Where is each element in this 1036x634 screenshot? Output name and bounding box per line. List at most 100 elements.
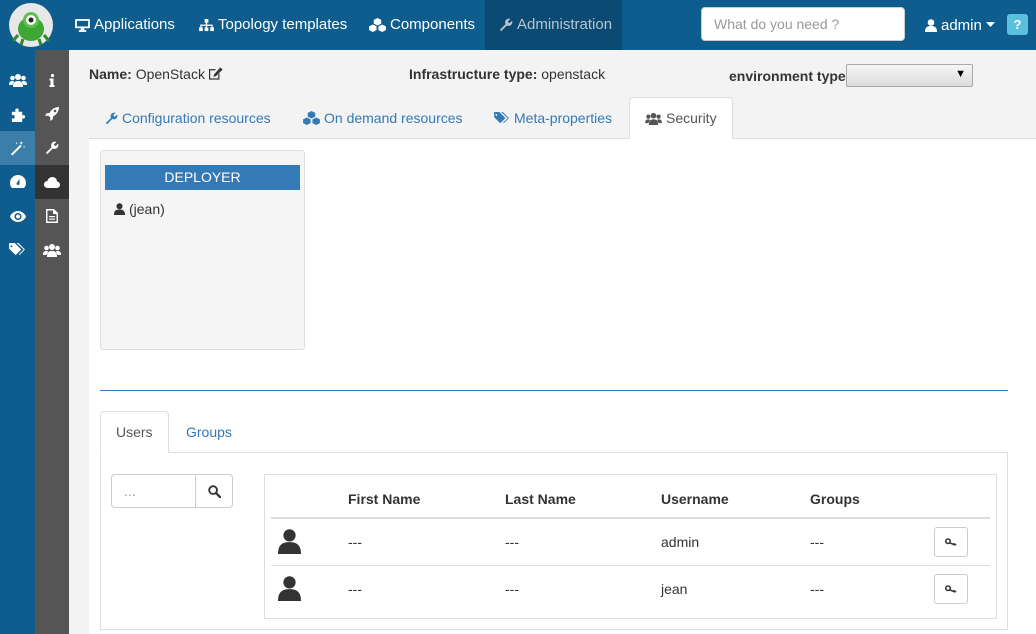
nav-components-label: Components [390,16,476,33]
section-divider [100,390,1008,391]
tab-configuration-label: Configuration resources [122,110,271,126]
environment-type-label-wrap: environment type: [729,68,850,84]
global-search-input[interactable] [701,7,905,41]
sidebar-info-button[interactable] [35,63,69,97]
table-row-divider [271,565,990,566]
cubes-icon [369,18,386,32]
infra-value: openstack [541,66,606,82]
cell-username: admin [661,534,700,550]
environment-type-select[interactable]: ▼ [846,64,973,87]
tab-groups[interactable]: Groups [171,411,247,453]
sidebar-orchestrators-button[interactable] [0,131,35,165]
users-icon [8,74,27,87]
tab-security[interactable]: Security [629,97,733,139]
column-header-username[interactable]: Username [661,491,729,507]
cell-last-name: --- [505,581,519,597]
search-icon [207,484,221,498]
info-icon [49,73,55,87]
secondary-sidebar [35,50,69,634]
sidebar-audit-button[interactable] [0,199,35,233]
infra-label: Infrastructure type: [409,66,538,82]
top-navbar: Applications Topology templates Componen… [0,0,1036,50]
tags-icon [9,243,25,256]
sidebar-security-button[interactable] [35,233,69,267]
sidebar-dashboard-button[interactable] [0,165,35,199]
column-header-last-name[interactable]: Last Name [505,491,576,507]
tab-on-demand-resources[interactable]: On demand resources [288,97,478,139]
environment-type-label: environment type: [729,68,851,84]
dashboard-icon [9,175,26,188]
logo-icon [10,4,52,46]
cell-first-name: --- [348,534,362,550]
nav-administration[interactable]: Administration [485,0,622,50]
file-text-icon [46,209,58,223]
sidebar-tags-button[interactable] [0,233,35,267]
eye-icon [9,210,26,222]
sidebar-users-button[interactable] [0,63,35,97]
wrench-icon [45,141,59,155]
magic-wand-icon [10,140,25,156]
wrench-icon [105,112,118,124]
add-role-button[interactable] [934,574,968,604]
cubes-icon [303,111,320,125]
users-search-input[interactable] [111,474,196,508]
user-avatar-icon [278,576,301,601]
tab-users[interactable]: Users [100,411,169,453]
user-menu[interactable]: admin [925,0,995,50]
sidebar-deploy-button[interactable] [35,97,69,131]
rocket-icon [45,107,59,121]
location-name: Name: OpenStack [89,66,223,82]
column-header-first-name[interactable]: First Name [348,491,420,507]
nav-components[interactable]: Components [369,0,475,50]
wrench-icon [499,18,513,32]
nav-applications[interactable]: Applications [75,0,175,50]
puzzle-icon [11,107,25,122]
cell-first-name: --- [348,581,362,597]
users-icon [645,112,662,125]
cell-last-name: --- [505,534,519,550]
user-menu-label: admin [941,16,982,34]
column-header-groups[interactable]: Groups [810,491,860,507]
infrastructure-type: Infrastructure type: openstack [409,66,605,82]
sidebar-plugins-button[interactable] [0,97,35,131]
app-logo[interactable] [9,3,53,47]
role-title: DEPLOYER [105,165,300,190]
tab-meta-properties-label: Meta-properties [514,110,613,126]
cell-groups: --- [810,534,824,550]
cell-username: jean [661,581,688,597]
tab-configuration-resources[interactable]: Configuration resources [90,97,286,139]
table-header-divider [271,517,990,519]
key-icon [945,584,957,593]
tab-users-label: Users [116,424,153,440]
users-search-button[interactable] [195,474,233,508]
users-icon [43,244,61,257]
select-arrow-icon: ▼ [955,68,966,80]
tab-groups-label: Groups [186,424,232,440]
sidebar-document-button[interactable] [35,199,69,233]
nav-topology-label: Topology templates [218,16,348,33]
cell-groups: --- [810,581,824,597]
nav-topology-templates[interactable]: Topology templates [199,0,347,50]
nav-applications-label: Applications [94,16,175,33]
key-icon [945,537,957,546]
cloud-icon [44,176,60,188]
user-icon [925,18,937,32]
edit-icon[interactable] [208,67,223,80]
tab-security-label: Security [666,110,717,126]
help-button[interactable]: ? [1007,14,1028,35]
nav-administration-label: Administration [517,16,613,33]
caret-down-icon [985,22,995,27]
name-value: OpenStack [135,66,205,82]
tags-icon [494,111,509,123]
tab-on-demand-label: On demand resources [324,110,463,126]
main-sidebar [0,50,35,634]
add-role-button[interactable] [934,527,968,557]
role-member: (jean) [114,201,165,217]
sidebar-config-button[interactable] [35,131,69,165]
user-avatar-icon [278,529,301,554]
user-icon [114,203,125,215]
sidebar-cloud-button[interactable] [35,165,69,199]
tab-meta-properties[interactable]: Meta-properties [479,97,627,139]
name-label: Name: [89,66,132,82]
role-member-label: (jean) [129,201,165,217]
